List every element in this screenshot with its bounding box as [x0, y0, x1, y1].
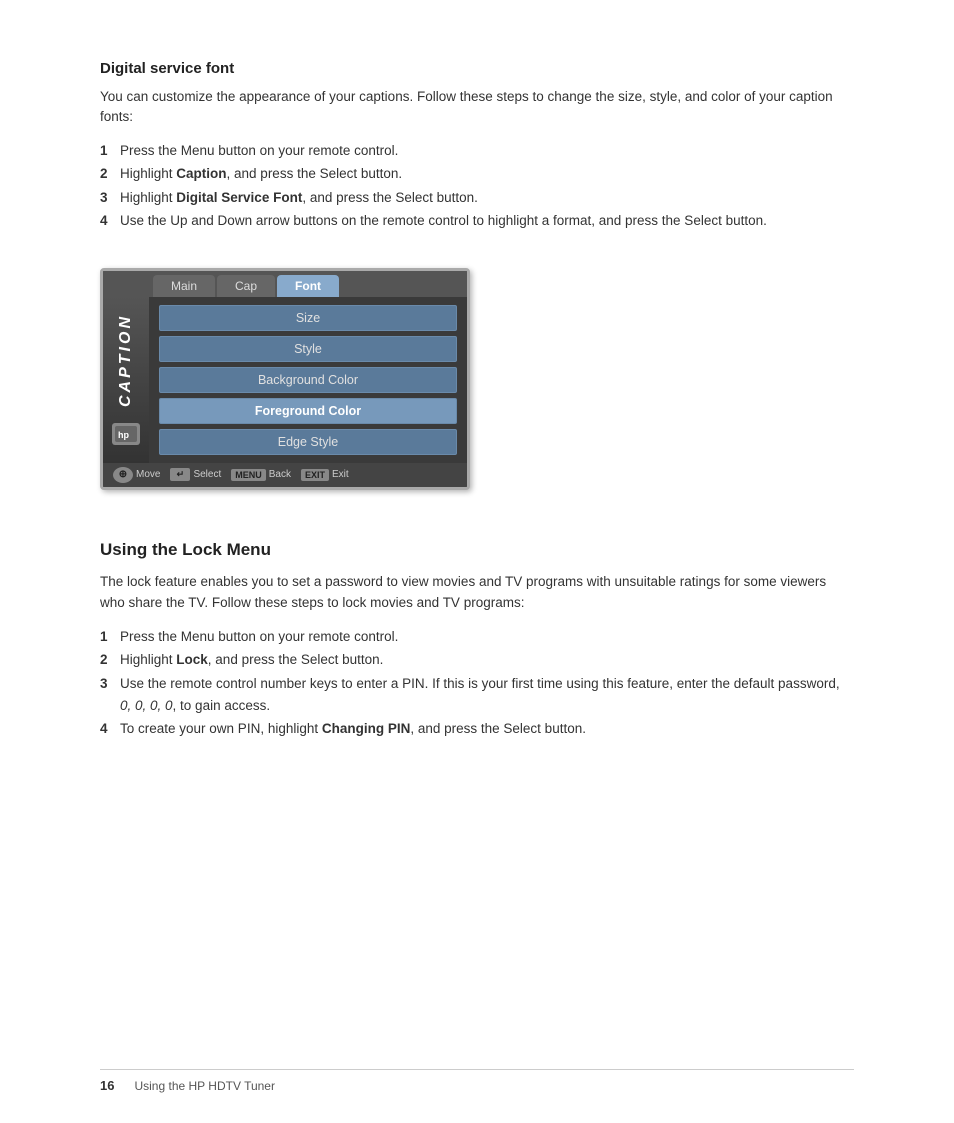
move-label: Move	[136, 469, 160, 480]
back-label: Back	[269, 469, 291, 480]
digital-step-3: 3 Highlight Digital Service Font, and pr…	[100, 187, 854, 209]
select-icon: ↵	[170, 468, 190, 481]
tv-body: CAPTION hp Size Style Background Color	[103, 297, 467, 463]
step-number: 1	[100, 626, 114, 648]
back-control: MENU Back	[231, 469, 291, 481]
digital-step-1: 1 Press the Menu button on your remote c…	[100, 140, 854, 162]
lock-step-2: 2 Highlight Lock, and press the Select b…	[100, 649, 854, 671]
digital-section-intro: You can customize the appearance of your…	[100, 87, 854, 128]
menu-item-size[interactable]: Size	[159, 305, 457, 331]
digital-section-title: Digital service font	[100, 60, 854, 77]
menu-item-foreground-color[interactable]: Foreground Color	[159, 398, 457, 424]
tv-tabs: Main Cap Font	[103, 271, 467, 297]
tv-sidebar: CAPTION hp	[103, 297, 149, 463]
exit-icon: EXIT	[301, 469, 329, 481]
menu-item-background-color[interactable]: Background Color	[159, 367, 457, 393]
lock-steps-list: 1 Press the Menu button on your remote c…	[100, 626, 854, 740]
tv-screen-wrapper: Main Cap Font CAPTION hp	[100, 268, 470, 490]
lock-menu-section: Using the Lock Menu The lock feature ena…	[100, 540, 854, 740]
step-text: Press the Menu button on your remote con…	[120, 140, 854, 162]
footer-text: Using the HP HDTV Tuner	[134, 1079, 275, 1093]
menu-item-style[interactable]: Style	[159, 336, 457, 362]
move-icon: ⊕	[113, 467, 133, 483]
lock-step-3: 3 Use the remote control number keys to …	[100, 673, 854, 716]
exit-label: Exit	[332, 469, 349, 480]
step-number: 4	[100, 210, 114, 232]
page-number: 16	[100, 1078, 114, 1093]
page-content: Digital service font You can customize t…	[0, 0, 954, 818]
tab-main[interactable]: Main	[153, 275, 215, 297]
tab-font[interactable]: Font	[277, 275, 339, 297]
step-number: 2	[100, 649, 114, 671]
digital-service-font-section: Digital service font You can customize t…	[100, 60, 854, 520]
digital-step-4: 4 Use the Up and Down arrow buttons on t…	[100, 210, 854, 232]
move-control: ⊕ Move	[113, 467, 160, 483]
step-text: Press the Menu button on your remote con…	[120, 626, 854, 648]
step-text: To create your own PIN, highlight Changi…	[120, 718, 854, 740]
select-label: Select	[193, 469, 221, 480]
svg-text:hp: hp	[118, 430, 129, 440]
step-text: Use the Up and Down arrow buttons on the…	[120, 210, 854, 232]
tab-cap[interactable]: Cap	[217, 275, 275, 297]
digital-step-2: 2 Highlight Caption, and press the Selec…	[100, 163, 854, 185]
step-text: Highlight Lock, and press the Select but…	[120, 649, 854, 671]
menu-icon: MENU	[231, 469, 266, 481]
hp-logo: hp	[112, 423, 140, 445]
page-footer: 16 Using the HP HDTV Tuner	[100, 1069, 854, 1093]
lock-intro: The lock feature enables you to set a pa…	[100, 572, 854, 614]
tv-screen: Main Cap Font CAPTION hp	[100, 268, 470, 490]
tv-menu: Size Style Background Color Foreground C…	[149, 297, 467, 463]
digital-steps-list: 1 Press the Menu button on your remote c…	[100, 140, 854, 232]
menu-item-edge-style[interactable]: Edge Style	[159, 429, 457, 455]
step-number: 1	[100, 140, 114, 162]
step-number: 3	[100, 187, 114, 209]
step-text: Use the remote control number keys to en…	[120, 673, 854, 716]
select-control: ↵ Select	[170, 468, 221, 481]
lock-step-1: 1 Press the Menu button on your remote c…	[100, 626, 854, 648]
exit-control: EXIT Exit	[301, 469, 349, 481]
lock-section-title: Using the Lock Menu	[100, 540, 854, 560]
step-text: Highlight Caption, and press the Select …	[120, 163, 854, 185]
caption-label: CAPTION	[117, 314, 135, 407]
step-number: 3	[100, 673, 114, 716]
step-number: 4	[100, 718, 114, 740]
tv-bottom-bar: ⊕ Move ↵ Select MENU Back EXIT Exit	[103, 463, 467, 487]
step-number: 2	[100, 163, 114, 185]
step-text: Highlight Digital Service Font, and pres…	[120, 187, 854, 209]
lock-step-4: 4 To create your own PIN, highlight Chan…	[100, 718, 854, 740]
